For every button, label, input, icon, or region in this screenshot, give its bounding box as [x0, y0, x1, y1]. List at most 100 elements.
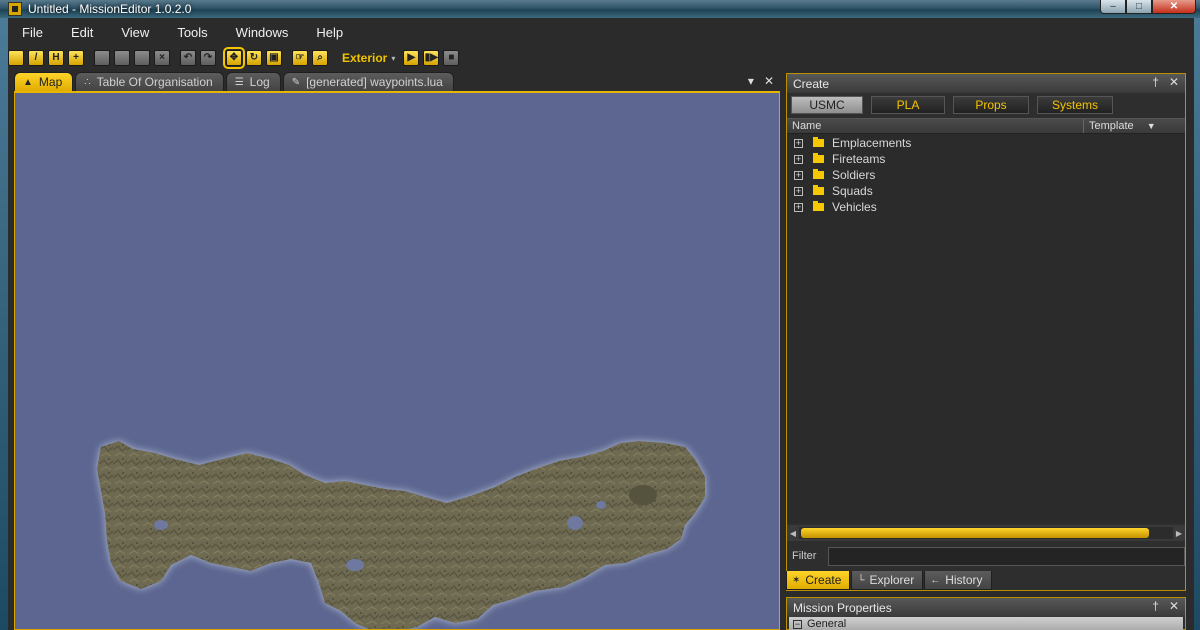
close-panel-icon[interactable]: ✕: [1169, 599, 1179, 613]
stop-icon[interactable]: ■: [443, 50, 460, 66]
paste-icon[interactable]: [134, 50, 150, 66]
mode-dropdown-caret-icon[interactable]: ▾: [391, 54, 395, 63]
scroll-left-icon[interactable]: ◀: [787, 529, 799, 538]
column-template-label: Template: [1089, 120, 1134, 132]
create-tree: + Emplacements + Fireteams + Soldiers + …: [787, 134, 1185, 523]
column-header: Name Template ▼: [787, 118, 1185, 134]
select-tool-icon[interactable]: ☞: [292, 50, 308, 66]
tab-create[interactable]: ✶ Create: [786, 571, 851, 590]
filter-input[interactable]: [828, 546, 1185, 566]
tab-label: Explorer: [869, 573, 915, 587]
dock-tab-strip: ✶ Create └ Explorer ← History: [786, 571, 993, 590]
faction-systems-button[interactable]: Systems: [1037, 96, 1113, 114]
tree-item-emplacements[interactable]: + Emplacements: [787, 135, 1185, 151]
expand-icon[interactable]: +: [794, 186, 803, 196]
save-as-icon[interactable]: +: [68, 50, 84, 66]
pin-icon[interactable]: †: [1152, 599, 1159, 613]
tree-item-label: Emplacements: [832, 136, 912, 150]
open-file-icon[interactable]: /: [28, 50, 44, 66]
mode-dropdown[interactable]: Exterior: [342, 51, 387, 65]
tab-label: Map: [38, 75, 63, 89]
zoom-icon[interactable]: ⌕: [312, 50, 328, 66]
filter-row: Filter: [787, 541, 1185, 571]
explorer-icon: └: [857, 574, 865, 586]
expand-icon[interactable]: +: [794, 138, 803, 148]
menu-edit[interactable]: Edit: [57, 22, 107, 44]
folder-icon: [813, 137, 824, 147]
tab-history[interactable]: ← History: [924, 571, 992, 590]
title-bar: Untitled - MissionEditor 1.0.2.0 – □ ✕: [0, 0, 1200, 18]
section-general[interactable]: − General: [789, 617, 1183, 630]
window-frame-right: [1194, 18, 1200, 630]
panel-title: Create: [793, 76, 830, 91]
tree-item-vehicles[interactable]: + Vehicles: [787, 199, 1185, 215]
scroll-thumb[interactable]: [801, 528, 1149, 538]
rotate-tool-icon[interactable]: ↻: [246, 50, 262, 66]
map-viewport[interactable]: [14, 91, 780, 630]
section-label: General: [807, 618, 847, 630]
tree-item-label: Fireteams: [832, 152, 886, 166]
column-name[interactable]: Name: [787, 119, 1084, 133]
column-template[interactable]: Template ▼: [1084, 119, 1185, 133]
folder-icon: [813, 201, 824, 211]
folder-icon: [813, 153, 824, 163]
tab-table-of-organisation[interactable]: ∴ Table Of Organisation: [75, 72, 224, 91]
panel-title: Mission Properties: [793, 600, 892, 615]
tree-item-soldiers[interactable]: + Soldiers: [787, 167, 1185, 183]
maximize-button[interactable]: □: [1126, 0, 1152, 14]
minimize-button[interactable]: –: [1100, 0, 1126, 14]
tab-label: History: [945, 573, 983, 587]
expand-icon[interactable]: +: [794, 170, 803, 180]
tree-item-squads[interactable]: + Squads: [787, 183, 1185, 199]
close-window-button[interactable]: ✕: [1152, 0, 1196, 14]
hierarchy-icon: ∴: [84, 76, 91, 88]
faction-pla-button[interactable]: PLA: [871, 96, 945, 114]
map-icon: ▲: [23, 76, 33, 88]
save-icon[interactable]: H: [48, 50, 64, 66]
filter-label: Filter: [792, 550, 817, 562]
tree-item-label: Vehicles: [832, 200, 877, 214]
tree-item-label: Squads: [832, 184, 873, 198]
tab-map[interactable]: ▲ Map: [14, 72, 74, 91]
new-file-icon[interactable]: [8, 50, 24, 66]
create-panel-header: Create † ✕: [787, 74, 1185, 93]
tab-explorer[interactable]: └ Explorer: [851, 571, 924, 590]
scroll-track[interactable]: [799, 527, 1173, 539]
window-title: Untitled - MissionEditor 1.0.2.0: [28, 2, 192, 16]
window-controls: – □ ✕: [1100, 0, 1196, 14]
menu-help[interactable]: Help: [302, 22, 357, 44]
close-tab-icon[interactable]: ✕: [764, 74, 774, 88]
menu-file[interactable]: File: [8, 22, 57, 44]
sort-caret-icon: ▼: [1146, 121, 1156, 131]
faction-usmc-button[interactable]: USMC: [791, 96, 863, 114]
pin-icon[interactable]: †: [1152, 75, 1159, 89]
play-icon[interactable]: ▶: [403, 50, 420, 66]
copy-icon[interactable]: [114, 50, 130, 66]
menu-tools[interactable]: Tools: [163, 22, 221, 44]
delete-icon[interactable]: ×: [154, 50, 170, 66]
cut-icon[interactable]: [94, 50, 110, 66]
faction-buttons: USMC PLA Props Systems: [787, 93, 1185, 117]
scale-tool-icon[interactable]: ▣: [266, 50, 282, 66]
collapse-icon[interactable]: −: [793, 619, 802, 629]
tree-item-fireteams[interactable]: + Fireteams: [787, 151, 1185, 167]
faction-props-button[interactable]: Props: [953, 96, 1029, 114]
menu-windows[interactable]: Windows: [222, 22, 303, 44]
expand-icon[interactable]: +: [794, 202, 803, 212]
pencil-icon: ✎: [291, 76, 301, 88]
folder-icon: [813, 185, 824, 195]
step-icon[interactable]: ▮▶: [423, 50, 440, 66]
tab-label: [generated] waypoints.lua: [306, 75, 443, 89]
tab-list-dropdown-icon[interactable]: ▾: [748, 74, 754, 88]
scroll-right-icon[interactable]: ▶: [1173, 529, 1185, 538]
horizontal-scrollbar[interactable]: ◀ ▶: [787, 525, 1185, 541]
move-tool-icon[interactable]: ✥: [223, 47, 245, 69]
tab-waypoints-lua[interactable]: ✎ [generated] waypoints.lua: [282, 72, 454, 91]
island-terrain: [97, 441, 705, 629]
undo-icon[interactable]: ↶: [180, 50, 196, 66]
close-panel-icon[interactable]: ✕: [1169, 75, 1179, 89]
menu-view[interactable]: View: [107, 22, 163, 44]
expand-icon[interactable]: +: [794, 154, 803, 164]
tab-log[interactable]: ☰ Log: [225, 72, 281, 91]
redo-icon[interactable]: ↷: [200, 50, 216, 66]
